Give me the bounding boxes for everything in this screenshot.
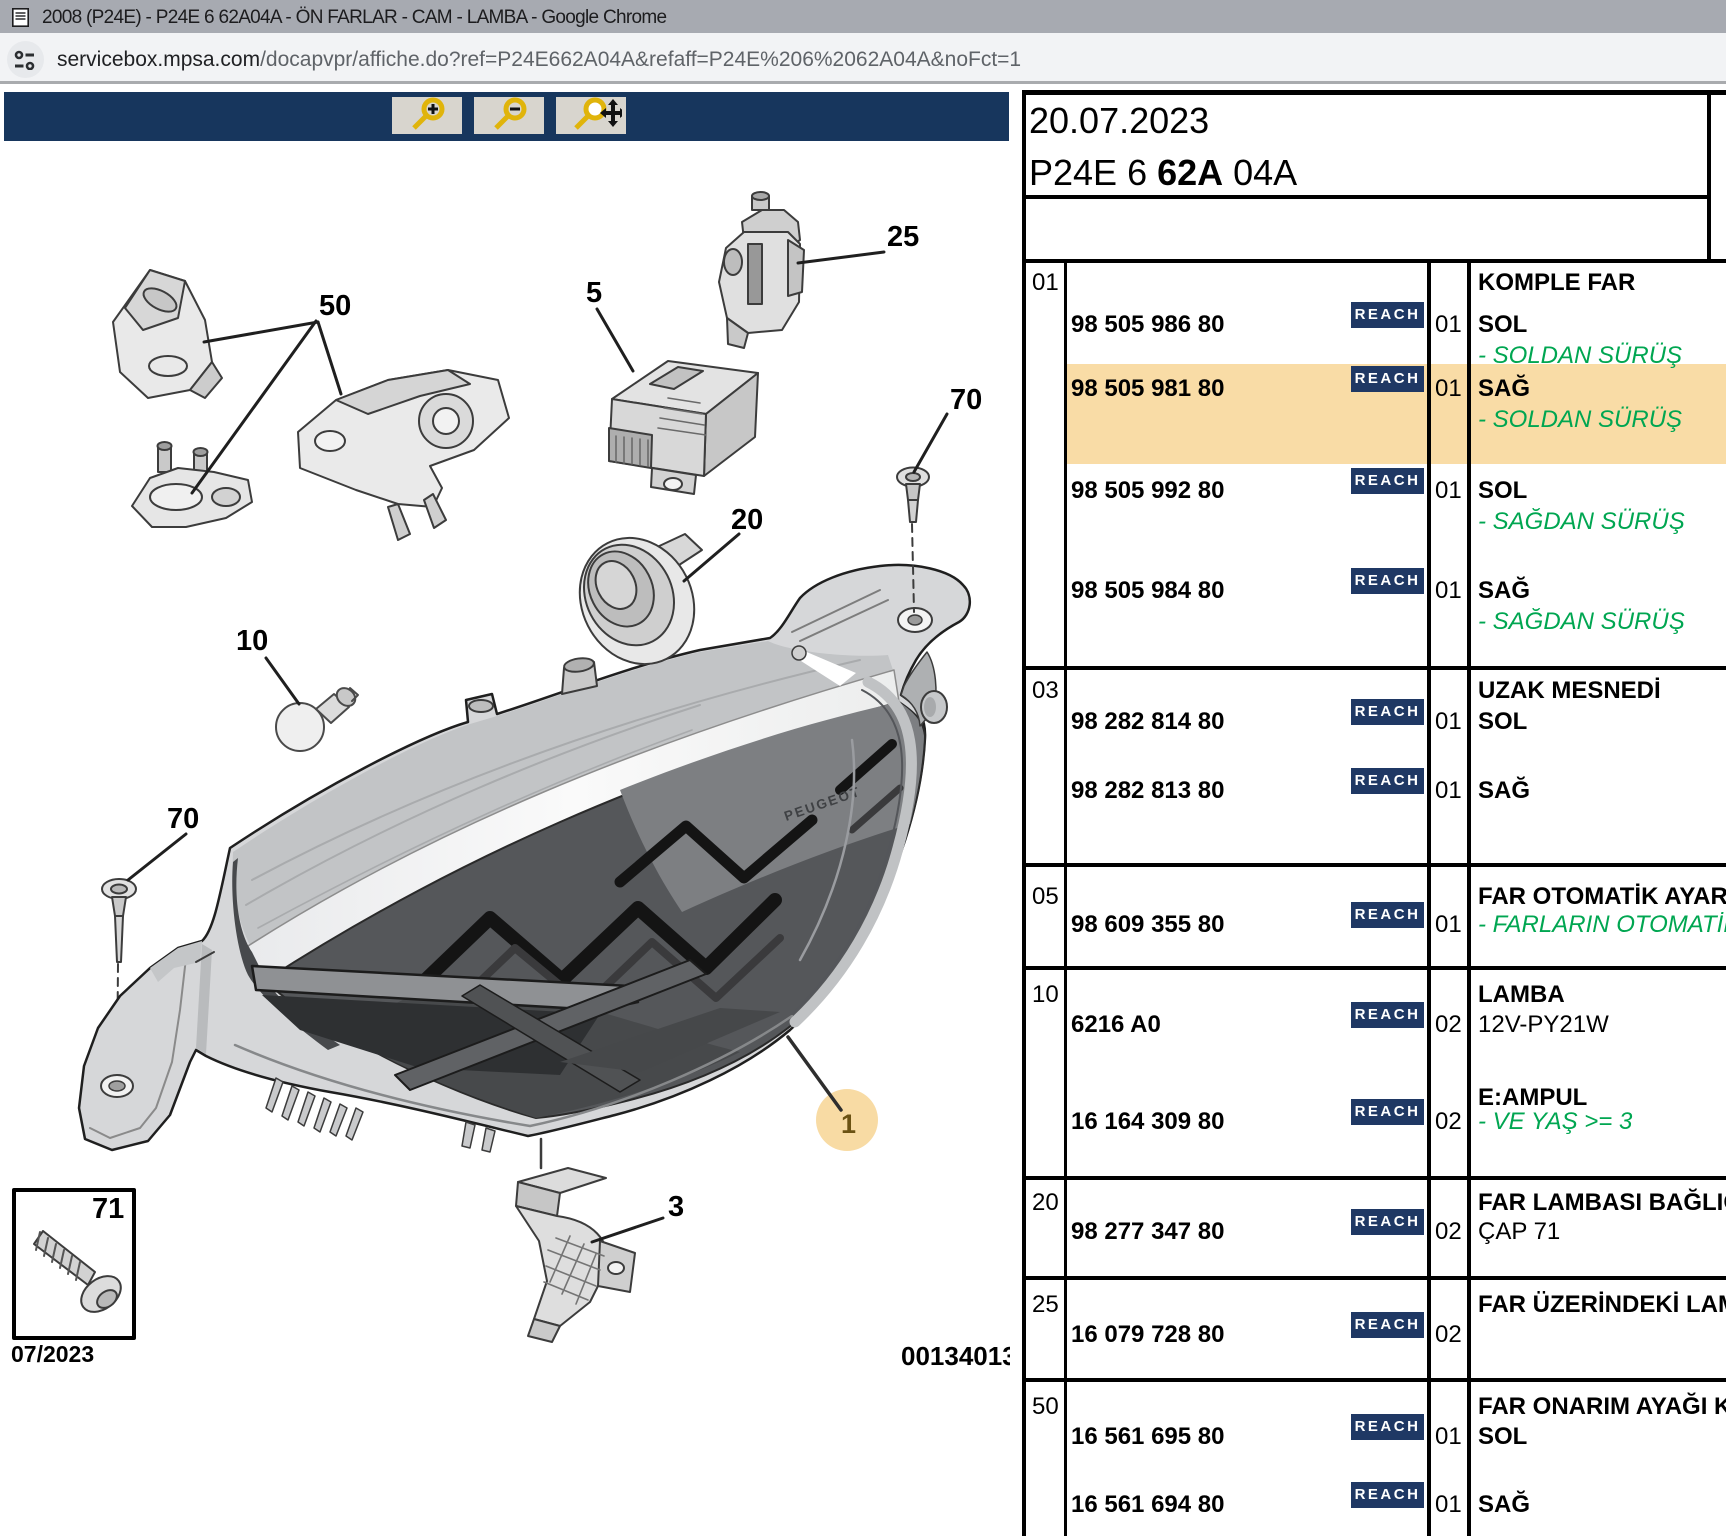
svg-text:50: 50 bbox=[319, 290, 351, 322]
svg-text:70: 70 bbox=[950, 384, 982, 416]
svg-text:00134013: 00134013 bbox=[901, 1341, 1010, 1371]
svg-text:5: 5 bbox=[586, 277, 602, 309]
svg-text:1: 1 bbox=[841, 1109, 856, 1139]
svg-text:71: 71 bbox=[92, 1193, 124, 1225]
svg-text:07/2023: 07/2023 bbox=[11, 1341, 94, 1367]
svg-text:70: 70 bbox=[167, 803, 199, 835]
svg-text:10: 10 bbox=[236, 625, 268, 657]
svg-text:3: 3 bbox=[668, 1191, 684, 1223]
svg-text:25: 25 bbox=[887, 221, 919, 253]
svg-text:20: 20 bbox=[731, 504, 763, 536]
